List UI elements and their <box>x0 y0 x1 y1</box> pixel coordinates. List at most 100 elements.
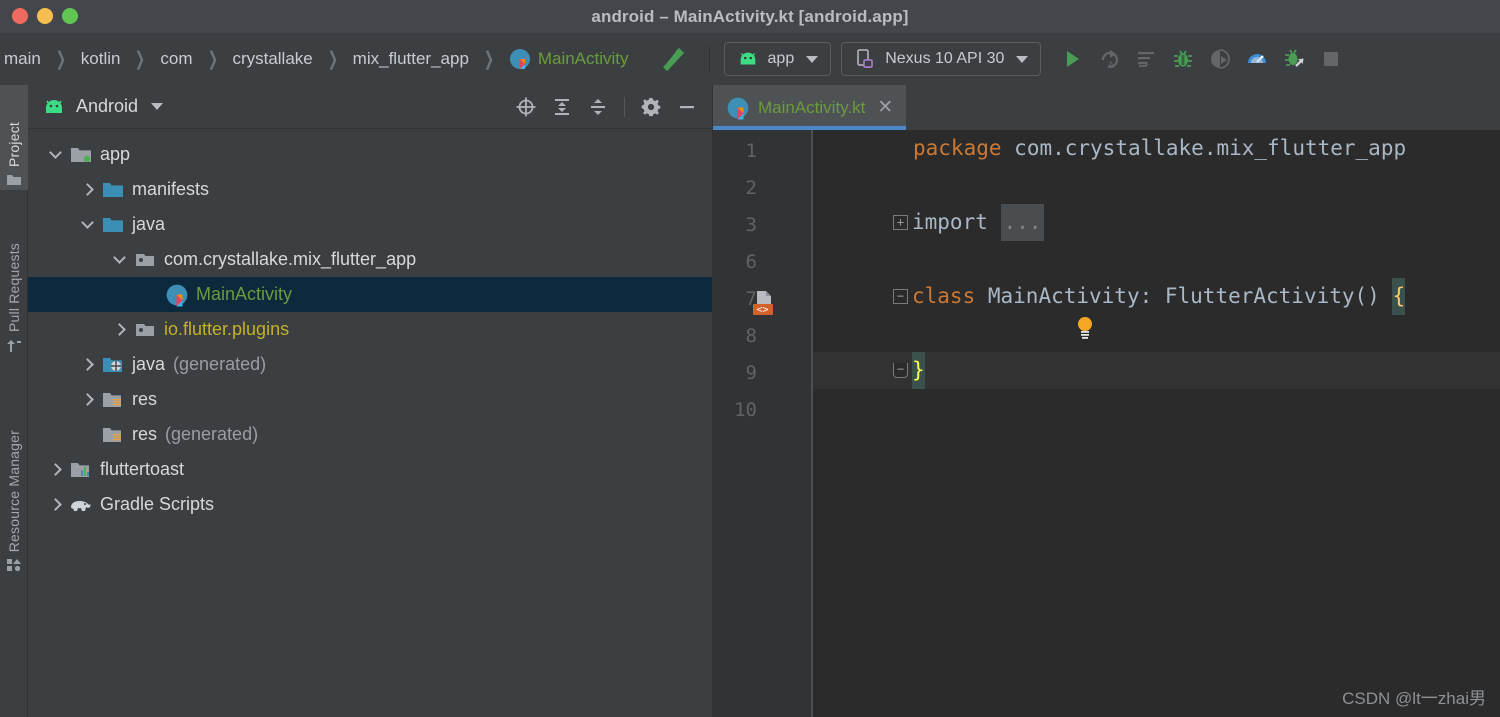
package-icon <box>132 251 158 269</box>
editor-tab-label: MainActivity.kt <box>758 97 866 117</box>
breadcrumb-item-main[interactable]: main <box>2 49 43 69</box>
project-view-selector[interactable]: Android <box>42 96 164 117</box>
editor-tab-mainactivity-kt[interactable]: MainActivity.kt ✕ <box>713 85 907 130</box>
tree-row-manifests[interactable]: manifests <box>28 172 712 207</box>
tree-row-java[interactable]: java <box>28 207 712 242</box>
watermark: CSDN @lt一zhai男 <box>1342 689 1486 708</box>
stop-button[interactable] <box>1314 42 1348 76</box>
breadcrumb-item-mix-flutter-app[interactable]: mix_flutter_app <box>351 49 471 69</box>
device-selector[interactable]: Nexus 10 API 30 <box>841 42 1042 76</box>
tree-label: res <box>132 424 158 444</box>
tree-label: manifests <box>132 179 210 199</box>
sidebar-item-label: Project <box>6 122 22 167</box>
chevron-right-icon[interactable] <box>74 393 100 406</box>
stop-icon <box>1324 52 1339 66</box>
chevron-right-icon[interactable] <box>106 323 132 336</box>
chevron-right-icon[interactable] <box>74 358 100 371</box>
code-editor[interactable]: 1 2 3 6 7 8 9 10 <> package com.crystall… <box>713 130 1500 717</box>
kotlin-class-icon <box>164 283 190 307</box>
sidebar-item-project[interactable]: Project <box>0 85 28 190</box>
apply-code-changes-icon: A <box>1102 50 1119 71</box>
breadcrumb-item-com[interactable]: com <box>158 49 194 69</box>
minimize-window-button[interactable] <box>37 8 53 24</box>
attach-debugger-icon <box>1211 49 1231 69</box>
tree-row-res[interactable]: res <box>28 382 712 417</box>
tree-row-fluttertoast[interactable]: fluttertoast <box>28 452 712 487</box>
line-number: 6 <box>745 251 757 273</box>
zoom-window-button[interactable] <box>62 8 78 24</box>
run-with-coverage-button[interactable] <box>1277 42 1311 76</box>
profiler-button[interactable] <box>1240 42 1274 76</box>
collapse-block-icon[interactable]: − <box>893 289 908 304</box>
tree-row-java-generated[interactable]: java (generated) <box>28 347 712 382</box>
apply-changes-button[interactable]: A <box>1092 42 1126 76</box>
apply-code-changes-button[interactable] <box>1129 42 1163 76</box>
svg-text:A: A <box>1108 61 1115 71</box>
chevron-right-icon[interactable] <box>42 498 68 511</box>
line-number: 2 <box>745 177 757 199</box>
attach-debugger-button[interactable] <box>1203 42 1237 76</box>
build-button[interactable] <box>657 44 687 74</box>
run-configuration-label: app <box>767 50 795 67</box>
breadcrumb-separator-icon: ❯ <box>207 48 218 70</box>
breadcrumb-separator-icon: ❯ <box>483 48 495 70</box>
breadcrumb-item-crystallake[interactable]: crystallake <box>230 49 314 69</box>
folder-icon <box>6 173 22 190</box>
expand-all-button[interactable] <box>547 92 577 122</box>
select-opened-file-button[interactable] <box>511 92 541 122</box>
code-content[interactable]: package com.crystallake.mix_flutter_app … <box>813 130 1500 717</box>
keyword-package: package <box>913 136 1002 160</box>
tree-row-package-mix-flutter-app[interactable]: com.crystallake.mix_flutter_app <box>28 242 712 277</box>
sidebar-item-label: Resource Manager <box>6 429 22 552</box>
chevron-right-icon[interactable] <box>74 183 100 196</box>
tree-row-res-generated[interactable]: res (generated) <box>28 417 712 452</box>
sidebar-item-pull-requests[interactable]: Pull Requests <box>0 197 28 357</box>
kotlin-class-gutter-icon[interactable]: <> <box>751 290 777 323</box>
expand-imports-icon[interactable]: + <box>893 215 908 230</box>
collapse-all-button[interactable] <box>583 92 613 122</box>
editor-gutter[interactable]: 1 2 3 6 7 8 9 10 <> <box>713 130 813 717</box>
tree-row-package-io-flutter-plugins[interactable]: io.flutter.plugins <box>28 312 712 347</box>
line-number: 3 <box>745 214 757 236</box>
code-line-8 <box>923 315 1095 352</box>
tree-row-app[interactable]: app <box>28 137 712 172</box>
chevron-down-icon[interactable] <box>42 146 68 159</box>
breadcrumb-separator-icon: ❯ <box>135 48 146 70</box>
tree-label: java <box>132 354 166 374</box>
intention-bulb-icon[interactable] <box>923 278 1095 390</box>
tree-label: com.crystallake.mix_flutter_app <box>164 249 417 269</box>
editor-tab-bar: MainActivity.kt ✕ <box>713 85 1500 130</box>
tree-label: app <box>100 144 131 164</box>
import-fold-placeholder[interactable]: ... <box>1000 204 1045 241</box>
chevron-down-icon <box>806 55 819 63</box>
hide-button[interactable] <box>672 92 702 122</box>
sidebar-item-resource-manager[interactable]: Resource Manager <box>0 375 28 575</box>
chevron-down-icon[interactable] <box>106 251 132 264</box>
package-name: com.crystallake.mix_flutter_app <box>1014 136 1407 160</box>
settings-button[interactable] <box>636 92 666 122</box>
breadcrumb-item-mainactivity[interactable]: MainActivity <box>507 48 631 70</box>
breadcrumb-label: MainActivity <box>537 49 629 68</box>
close-icon[interactable]: ✕ <box>877 96 893 119</box>
debug-button[interactable] <box>1166 42 1200 76</box>
line-number: 9 <box>745 362 757 384</box>
breadcrumb-item-kotlin[interactable]: kotlin <box>79 49 123 69</box>
run-configuration-selector[interactable]: app <box>723 42 832 76</box>
close-window-button[interactable] <box>12 8 28 24</box>
breadcrumb-separator-icon: ❯ <box>327 48 338 70</box>
folder-res-icon <box>100 391 126 409</box>
apply-changes-icon <box>1138 52 1155 67</box>
tree-row-mainactivity[interactable]: MainActivity <box>28 277 712 312</box>
tree-label: MainActivity <box>196 284 293 304</box>
tree-label-suffix: (generated) <box>173 354 267 374</box>
tree-row-gradle-scripts[interactable]: Gradle Scripts <box>28 487 712 522</box>
run-button[interactable] <box>1055 42 1089 76</box>
gear-icon <box>641 97 661 116</box>
kotlin-class-icon <box>509 49 530 69</box>
panel-divider <box>624 96 625 117</box>
fold-end-icon[interactable]: − <box>893 363 908 378</box>
chevron-down-icon[interactable] <box>74 216 100 229</box>
main-toolbar: main ❯ kotlin ❯ com ❯ crystallake ❯ mix_… <box>0 33 1500 85</box>
chevron-right-icon[interactable] <box>42 463 68 476</box>
chevron-down-icon <box>151 103 164 110</box>
